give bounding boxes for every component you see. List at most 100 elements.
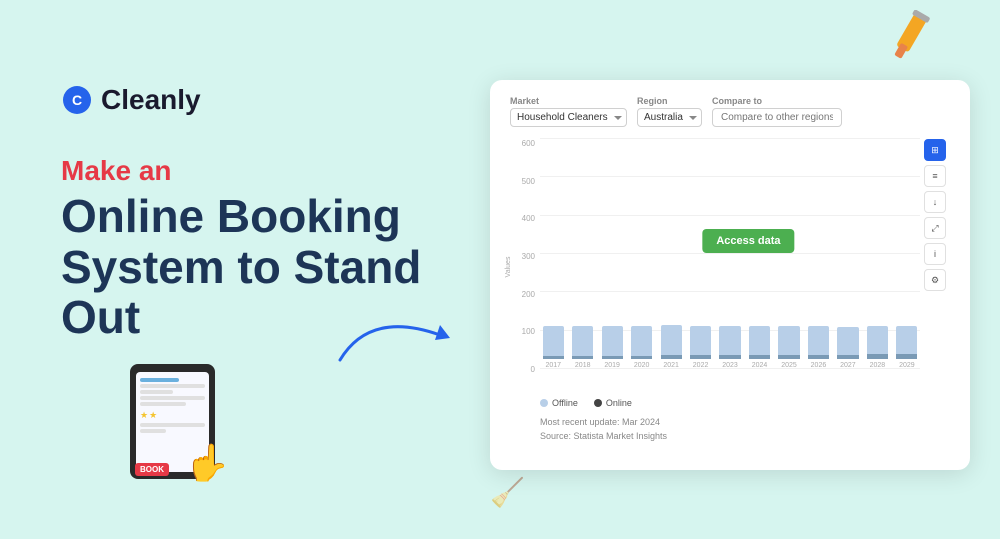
chart-footer: Most recent update: Mar 2024 Source: Sta… xyxy=(540,416,950,443)
legend-online: Online xyxy=(594,398,632,408)
bar-stack xyxy=(658,325,684,359)
y-axis-title: Values xyxy=(505,256,512,277)
region-select[interactable]: Australia xyxy=(637,108,702,127)
y-label-500: 500 xyxy=(522,177,538,186)
y-label-300: 300 xyxy=(522,252,538,261)
bar-offline xyxy=(661,325,682,355)
region-control: Region Australia xyxy=(637,96,702,127)
bar-offline xyxy=(867,326,888,354)
bar-online xyxy=(896,354,917,359)
bar-online xyxy=(719,355,740,359)
bar-x-label: 2028 xyxy=(870,362,886,369)
bar-group: 2024 xyxy=(746,139,772,369)
bar-offline xyxy=(690,326,711,355)
toolbar-settings-btn[interactable]: ⚙ xyxy=(924,269,946,291)
bar-offline xyxy=(572,326,593,356)
bar-group: 2027 xyxy=(835,139,861,369)
stars-row: ★ ★ xyxy=(140,410,205,421)
chart-controls: Market Household Cleaners Region Austral… xyxy=(510,96,950,127)
bar-online xyxy=(602,356,623,359)
star-2: ★ xyxy=(149,410,157,421)
legend-dot-offline xyxy=(540,399,548,407)
headline-prefix: Make an xyxy=(61,155,441,187)
market-label: Market xyxy=(510,96,627,106)
market-select[interactable]: Household Cleaners xyxy=(510,108,627,127)
bar-x-label: 2026 xyxy=(811,362,827,369)
bar-offline xyxy=(749,326,770,355)
access-data-button[interactable]: Access data xyxy=(702,229,794,253)
bar-group: 2017 xyxy=(540,139,566,369)
tablet-illustration: ★ ★ BOOK 👆 xyxy=(130,359,225,484)
book-badge: BOOK xyxy=(135,463,169,476)
bar-stack xyxy=(746,326,772,359)
toolbar-info-btn[interactable]: i xyxy=(924,243,946,265)
screen-line-5 xyxy=(140,402,186,406)
bar-x-label: 2029 xyxy=(899,362,915,369)
y-label-0: 0 xyxy=(531,365,538,374)
logo: C Cleanly xyxy=(61,84,201,116)
toolbar-download-btn[interactable]: ↓ xyxy=(924,191,946,213)
bar-offline xyxy=(837,327,858,355)
bar-x-label: 2017 xyxy=(545,362,561,369)
bar-x-label: 2021 xyxy=(663,362,679,369)
bar-x-label: 2027 xyxy=(840,362,856,369)
toolbar-grid-btn[interactable]: ⊞ xyxy=(924,139,946,161)
bar-online xyxy=(661,355,682,359)
bar-stack xyxy=(835,327,861,359)
bar-group: 2026 xyxy=(805,139,831,369)
logo-text: Cleanly xyxy=(101,84,201,116)
chart-toolbar: ⊞ ≡ ↓ ⤢ i ⚙ xyxy=(924,139,950,291)
legend-online-label: Online xyxy=(606,398,632,408)
screen-line-3 xyxy=(140,390,173,394)
chart-wrapper: 0 100 200 300 400 500 600 Values 2017201… xyxy=(510,139,950,394)
y-label-400: 400 xyxy=(522,214,538,223)
market-control: Market Household Cleaners xyxy=(510,96,627,127)
bar-x-label: 2023 xyxy=(722,362,738,369)
bar-online xyxy=(837,355,858,359)
bar-x-label: 2024 xyxy=(752,362,768,369)
region-label: Region xyxy=(637,96,702,106)
screen-line-7 xyxy=(140,429,166,433)
bar-online xyxy=(690,355,711,359)
bar-online xyxy=(778,355,799,359)
bar-group: 2029 xyxy=(894,139,920,369)
bar-x-label: 2018 xyxy=(575,362,591,369)
toolbar-expand-btn[interactable]: ⤢ xyxy=(924,217,946,239)
y-label-600: 600 xyxy=(522,139,538,148)
y-label-100: 100 xyxy=(522,327,538,336)
legend-dot-online xyxy=(594,399,602,407)
bar-group: 2020 xyxy=(628,139,654,369)
compare-control: Compare to xyxy=(712,96,842,127)
brush-icon xyxy=(880,10,945,75)
bar-online xyxy=(808,355,829,359)
legend-offline: Offline xyxy=(540,398,578,408)
hand-pointer-icon: 👆 xyxy=(185,442,230,484)
chart-legend: Offline Online xyxy=(540,398,950,408)
bar-stack xyxy=(687,326,713,359)
bar-online xyxy=(631,356,652,359)
bar-stack xyxy=(569,326,595,359)
compare-label: Compare to xyxy=(712,96,842,106)
svg-text:C: C xyxy=(72,92,82,108)
toolbar-list-btn[interactable]: ≡ xyxy=(924,165,946,187)
compare-input[interactable] xyxy=(712,108,842,127)
bar-offline xyxy=(778,326,799,355)
bar-x-label: 2025 xyxy=(781,362,797,369)
bar-group: 2023 xyxy=(717,139,743,369)
bar-offline xyxy=(719,326,740,355)
arrow-icon xyxy=(330,300,460,370)
star-1: ★ xyxy=(140,410,148,421)
bar-online xyxy=(543,356,564,359)
bar-stack xyxy=(805,326,831,359)
bar-offline xyxy=(602,326,623,356)
bars-area: 2017201820192020202120222023202420252026… xyxy=(540,139,920,369)
bar-group: 2028 xyxy=(864,139,890,369)
screen-line-1 xyxy=(140,378,179,382)
bar-group: 2025 xyxy=(776,139,802,369)
bar-online xyxy=(867,354,888,359)
legend-offline-label: Offline xyxy=(552,398,578,408)
bar-x-label: 2020 xyxy=(634,362,650,369)
bar-x-label: 2019 xyxy=(604,362,620,369)
chart-card: Market Household Cleaners Region Austral… xyxy=(490,80,970,470)
screen-line-6 xyxy=(140,423,205,427)
